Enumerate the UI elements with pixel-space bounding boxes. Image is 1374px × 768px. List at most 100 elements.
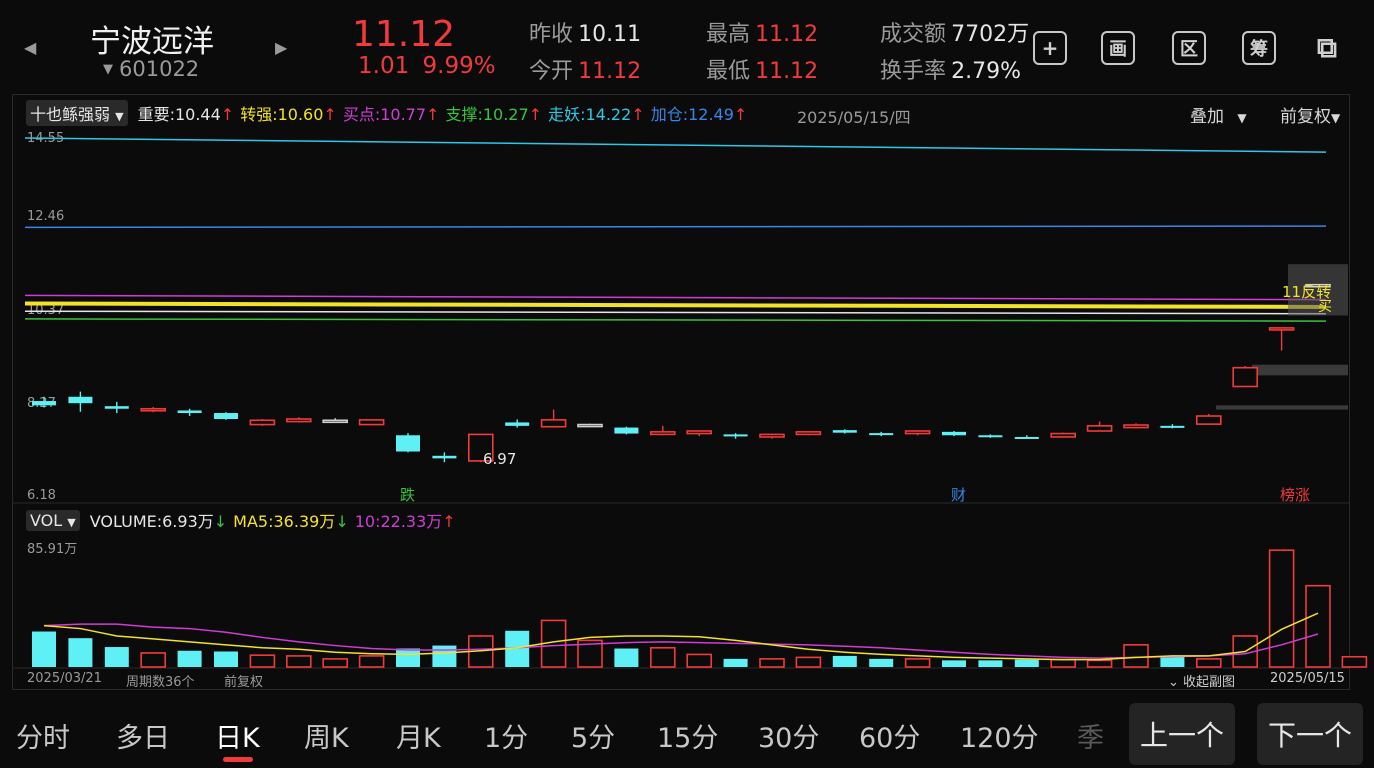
- candle-body: [358, 419, 385, 426]
- candle-body: [978, 435, 1003, 438]
- candle-body: [396, 435, 420, 452]
- adjust-label: 前复权: [224, 675, 264, 690]
- candle-body: [214, 413, 238, 420]
- candle-body: [577, 423, 603, 428]
- volume-bar: [140, 652, 166, 668]
- tab-daily-k[interactable]: 日K: [215, 716, 260, 755]
- candle-body: [432, 455, 457, 459]
- prev-stock-button[interactable]: 上一个: [1129, 703, 1235, 765]
- tab-1min[interactable]: 1分: [484, 716, 528, 755]
- tab-30min[interactable]: 30分: [758, 716, 819, 755]
- candle-body: [904, 430, 931, 435]
- candle-body: [505, 422, 530, 426]
- highlight-band: [1252, 364, 1348, 376]
- event-marker-fall[interactable]: 跌: [400, 484, 415, 505]
- candle-body: [649, 431, 676, 436]
- indicator-line: [24, 301, 1327, 309]
- volume-bar: [1086, 659, 1113, 668]
- volume-bar: [322, 658, 349, 668]
- tab-quarter[interactable]: 季: [1077, 716, 1104, 755]
- volume-bar: [177, 650, 202, 667]
- volume-bar: [614, 648, 639, 667]
- candle-body: [249, 419, 276, 426]
- candle-body: [285, 418, 312, 423]
- volume-bar: [1160, 656, 1185, 667]
- low-price-label: 6.97: [483, 450, 517, 468]
- volume-bar: [1050, 658, 1076, 668]
- kline-chart[interactable]: [0, 0, 1374, 768]
- tab-timeshare[interactable]: 分时: [16, 716, 70, 755]
- candle-body: [759, 433, 785, 438]
- tab-60min[interactable]: 60分: [859, 716, 920, 755]
- event-marker-rank-rise[interactable]: 榜涨: [1280, 484, 1310, 505]
- candle-body: [942, 431, 966, 436]
- candle-body: [1196, 415, 1222, 425]
- start-date: 2025/03/21: [27, 671, 102, 686]
- indicator-line: [24, 310, 1327, 315]
- collapse-subchart-button[interactable]: ⌄ 收起副图: [1168, 671, 1235, 690]
- indicator-line: [24, 137, 1327, 153]
- volume-bar: [649, 646, 676, 668]
- next-stock-button[interactable]: 下一个: [1257, 703, 1363, 765]
- tab-weekly-k[interactable]: 周K: [304, 716, 349, 755]
- buy-tag: 买: [1318, 299, 1332, 315]
- volume-bar: [723, 658, 748, 667]
- candle-body: [1014, 436, 1039, 439]
- volume-value: VOLUME:6.93万↓: [89, 512, 228, 531]
- volume-bar: [104, 647, 129, 667]
- candle-body: [795, 431, 822, 436]
- volume-bar: [32, 631, 56, 667]
- candle-body: [832, 430, 857, 433]
- candle-body: [1268, 327, 1295, 331]
- volume-bar: [432, 645, 457, 667]
- volume-ma10: 10:22.33万↑: [354, 512, 456, 531]
- volume-bar: [249, 654, 276, 668]
- volume-bar: [1305, 584, 1331, 668]
- volume-bar: [759, 658, 785, 668]
- volume-bar: [1268, 549, 1295, 668]
- volume-bar: [795, 656, 822, 668]
- volume-ma5: MA5:36.39万↓: [233, 512, 349, 531]
- candle-body: [1086, 425, 1113, 432]
- period-count: 周期数36个: [126, 675, 195, 690]
- candle-body: [686, 430, 713, 435]
- candle-body: [1050, 432, 1076, 438]
- volume-bar: [978, 660, 1003, 667]
- volume-bar: [1341, 655, 1368, 668]
- dropdown-caret-icon: ▼: [67, 515, 76, 529]
- candle-body: [104, 406, 129, 409]
- candle-body: [869, 433, 894, 436]
- candle-body: [1232, 366, 1258, 388]
- volume-bar: [285, 655, 312, 668]
- tab-monthly-k[interactable]: 月K: [396, 716, 441, 755]
- volume-bar: [1196, 658, 1222, 668]
- volume-bar: [904, 658, 931, 668]
- volume-bar: [832, 655, 857, 667]
- end-date: 2025/05/15: [1270, 671, 1345, 686]
- volume-legend: VOL ▼ VOLUME:6.93万↓ MA5:36.39万↓ 10:22.33…: [26, 508, 462, 532]
- tab-15min[interactable]: 15分: [657, 716, 718, 755]
- candle-body: [68, 396, 93, 404]
- highlight-band: [1216, 405, 1348, 410]
- volume-bar: [942, 660, 966, 667]
- candle-body: [140, 407, 166, 412]
- volume-bar: [869, 658, 894, 667]
- candle-body: [1160, 425, 1185, 428]
- volume-bar: [1123, 644, 1149, 668]
- volume-bar: [1014, 659, 1039, 667]
- volume-bar: [68, 638, 93, 667]
- event-marker-finance[interactable]: 财: [951, 484, 966, 505]
- candle-body: [614, 427, 639, 434]
- active-tab-indicator: [223, 757, 253, 762]
- tab-5min[interactable]: 5分: [571, 716, 615, 755]
- volume-bar: [396, 648, 420, 667]
- indicator-line: [24, 318, 1327, 322]
- indicator-line: [24, 225, 1327, 229]
- candle-body: [1123, 424, 1149, 429]
- candle-body: [32, 401, 56, 406]
- volume-selector[interactable]: VOL ▼: [26, 509, 80, 531]
- candle-body: [723, 434, 748, 437]
- tab-120min[interactable]: 120分: [960, 716, 1039, 755]
- volume-bar: [358, 655, 385, 668]
- tab-multiday[interactable]: 多日: [116, 716, 170, 755]
